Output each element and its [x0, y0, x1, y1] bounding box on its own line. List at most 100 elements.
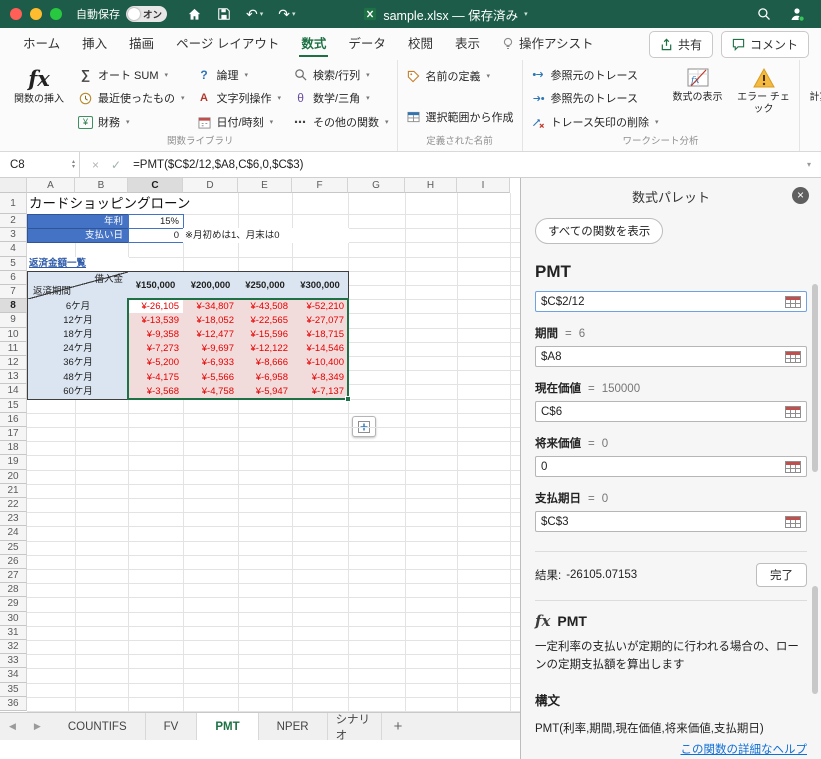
tab-view[interactable]: 表示	[444, 28, 491, 60]
panel-scrollbar-thumb[interactable]	[812, 586, 818, 694]
save-icon[interactable]	[217, 7, 231, 21]
payment-cell-C11[interactable]: ¥-7,273	[128, 341, 184, 357]
period-label-3[interactable]: 24ケ月	[27, 341, 129, 357]
argument-input-fv[interactable]: 0	[535, 456, 807, 477]
datetime-button[interactable]: 日付/時刻 ▾	[197, 111, 282, 133]
insert-function-button[interactable]: fx 関数の挿入	[12, 63, 66, 134]
row-header-28[interactable]: 28	[0, 583, 27, 598]
show-formulas-button[interactable]: fx 数式の表示	[671, 63, 725, 134]
sheet-tab-pmt[interactable]: PMT	[197, 713, 259, 740]
payment-cell-E11[interactable]: ¥-12,122	[238, 341, 293, 357]
row-header-9[interactable]: 9	[0, 313, 27, 328]
tab-draw[interactable]: 描画	[118, 28, 165, 60]
autosum-button[interactable]: ∑ オート SUM ▾	[78, 64, 185, 86]
row-header-23[interactable]: 23	[0, 512, 27, 527]
formula-input[interactable]: =PMT($C$2/12,$A8,C$6,0,$C$3)	[133, 159, 303, 171]
argument-input-nper[interactable]: $A8	[535, 346, 807, 367]
done-button[interactable]: 完了	[756, 563, 807, 587]
loan-period-header-cell[interactable]: 借入金 返済期間	[27, 270, 129, 301]
title-menu-chevron-icon[interactable]: ▾	[524, 10, 528, 18]
name-box-stepper[interactable]: ▴ ▾	[72, 159, 75, 170]
create-from-selection-button[interactable]: 選択範囲から作成	[406, 106, 514, 128]
column-header-A[interactable]: A	[27, 178, 75, 193]
row-header-3[interactable]: 3	[0, 228, 27, 243]
tab-data[interactable]: データ	[337, 28, 397, 60]
cancel-entry-icon[interactable]: ×	[92, 158, 99, 172]
sheet-tab-countifs[interactable]: COUNTIFS	[50, 713, 146, 740]
row-header-17[interactable]: 17	[0, 427, 27, 442]
payment-cell-D11[interactable]: ¥-9,697	[183, 341, 239, 357]
row-header-19[interactable]: 19	[0, 455, 27, 470]
period-label-5[interactable]: 48ケ月	[27, 370, 129, 386]
name-box[interactable]: C8 ▴ ▾	[0, 152, 80, 177]
row-header-33[interactable]: 33	[0, 654, 27, 669]
remove-arrows-button[interactable]: トレース矢印の削除 ▾	[531, 111, 659, 133]
row-header-27[interactable]: 27	[0, 569, 27, 584]
recent-functions-button[interactable]: 最近使ったもの ▾	[78, 87, 185, 109]
share-button[interactable]: 共有	[648, 30, 713, 58]
column-header-G[interactable]: G	[348, 178, 405, 193]
search-icon[interactable]	[757, 7, 771, 21]
expand-formula-bar-icon[interactable]: ▾	[807, 160, 821, 169]
financial-button[interactable]: ¥ 財務 ▾	[78, 111, 185, 133]
tab-page-layout[interactable]: ページ レイアウト	[165, 28, 290, 60]
annual-rate-label-cell[interactable]: 年利	[27, 214, 129, 230]
table-title-cell[interactable]: 返済金額一覧	[27, 256, 129, 272]
period-label-2[interactable]: 18ケ月	[27, 327, 129, 343]
home-icon[interactable]	[187, 7, 202, 22]
lookup-button[interactable]: 検索/行列 ▾	[293, 64, 389, 86]
annual-rate-value-cell[interactable]: 15%	[128, 214, 184, 230]
fullscreen-window-button[interactable]	[50, 8, 62, 20]
row-header-18[interactable]: 18	[0, 441, 27, 456]
logical-button[interactable]: ? 論理 ▾	[197, 64, 282, 86]
payment-cell-C9[interactable]: ¥-13,539	[128, 313, 184, 329]
minimize-window-button[interactable]	[30, 8, 42, 20]
scroll-tabs-left-button[interactable]: ◀	[0, 713, 25, 740]
row-header-10[interactable]: 10	[0, 327, 27, 342]
tab-review[interactable]: 校閲	[397, 28, 444, 60]
row-header-14[interactable]: 14	[0, 384, 27, 399]
payday-note-cell[interactable]: ※月初めは1、月末は0	[183, 228, 349, 244]
column-header-I[interactable]: I	[457, 178, 510, 193]
row-header-5[interactable]: 5	[0, 256, 27, 271]
row-header-6[interactable]: 6	[0, 270, 27, 285]
comments-button[interactable]: コメント	[720, 30, 809, 58]
column-header-D[interactable]: D	[183, 178, 238, 193]
close-window-button[interactable]	[10, 8, 22, 20]
row-header-2[interactable]: 2	[0, 214, 27, 229]
payment-cell-D10[interactable]: ¥-12,477	[183, 327, 239, 343]
panel-scrollbar-thumb[interactable]	[812, 284, 818, 472]
show-all-functions-button[interactable]: すべての関数を表示	[535, 218, 664, 244]
payment-cell-D12[interactable]: ¥-6,933	[183, 356, 239, 372]
payday-value-cell[interactable]: 0	[128, 228, 184, 244]
define-name-button[interactable]: 名前の定義 ▾	[406, 65, 514, 87]
loan-amount-header-3[interactable]: ¥300,000	[292, 270, 349, 301]
loan-amount-header-2[interactable]: ¥250,000	[238, 270, 293, 301]
column-header-H[interactable]: H	[405, 178, 457, 193]
row-header-30[interactable]: 30	[0, 611, 27, 626]
sheet-tab-fv[interactable]: FV	[146, 713, 198, 740]
range-picker-icon[interactable]	[785, 515, 801, 528]
period-label-6[interactable]: 60ケ月	[27, 384, 129, 400]
payment-cell-E13[interactable]: ¥-6,958	[238, 370, 293, 386]
payment-cell-F9[interactable]: ¥-27,077	[292, 313, 349, 329]
row-header-4[interactable]: 4	[0, 242, 27, 257]
math-trig-button[interactable]: θ 数学/三角 ▾	[293, 87, 389, 109]
period-label-0[interactable]: 6ケ月	[27, 299, 129, 315]
function-help-link[interactable]: この関数の詳細なヘルプ	[681, 744, 808, 756]
payment-cell-D13[interactable]: ¥-5,566	[183, 370, 239, 386]
column-header-C[interactable]: C	[128, 178, 183, 193]
sheet-tab-nper[interactable]: NPER	[259, 713, 328, 740]
account-icon[interactable]	[789, 6, 805, 22]
payment-cell-E14[interactable]: ¥-5,947	[238, 384, 293, 400]
payment-cell-E9[interactable]: ¥-22,565	[238, 313, 293, 329]
payday-label-cell[interactable]: 支払い日	[27, 228, 129, 244]
row-header-31[interactable]: 31	[0, 625, 27, 640]
select-all-corner[interactable]	[0, 178, 27, 193]
payment-cell-D14[interactable]: ¥-4,758	[183, 384, 239, 400]
row-header-20[interactable]: 20	[0, 469, 27, 484]
row-header-16[interactable]: 16	[0, 412, 27, 427]
argument-input-pv[interactable]: C$6	[535, 401, 807, 422]
spreadsheet[interactable]: A B C D E F G H I 1 2 3 4 5 6 7 8 9 10 11 12 13 14 15 16 17 18 19 20…	[0, 178, 520, 712]
calculation-options-button[interactable]: = 計算方法の設定	[808, 63, 821, 134]
